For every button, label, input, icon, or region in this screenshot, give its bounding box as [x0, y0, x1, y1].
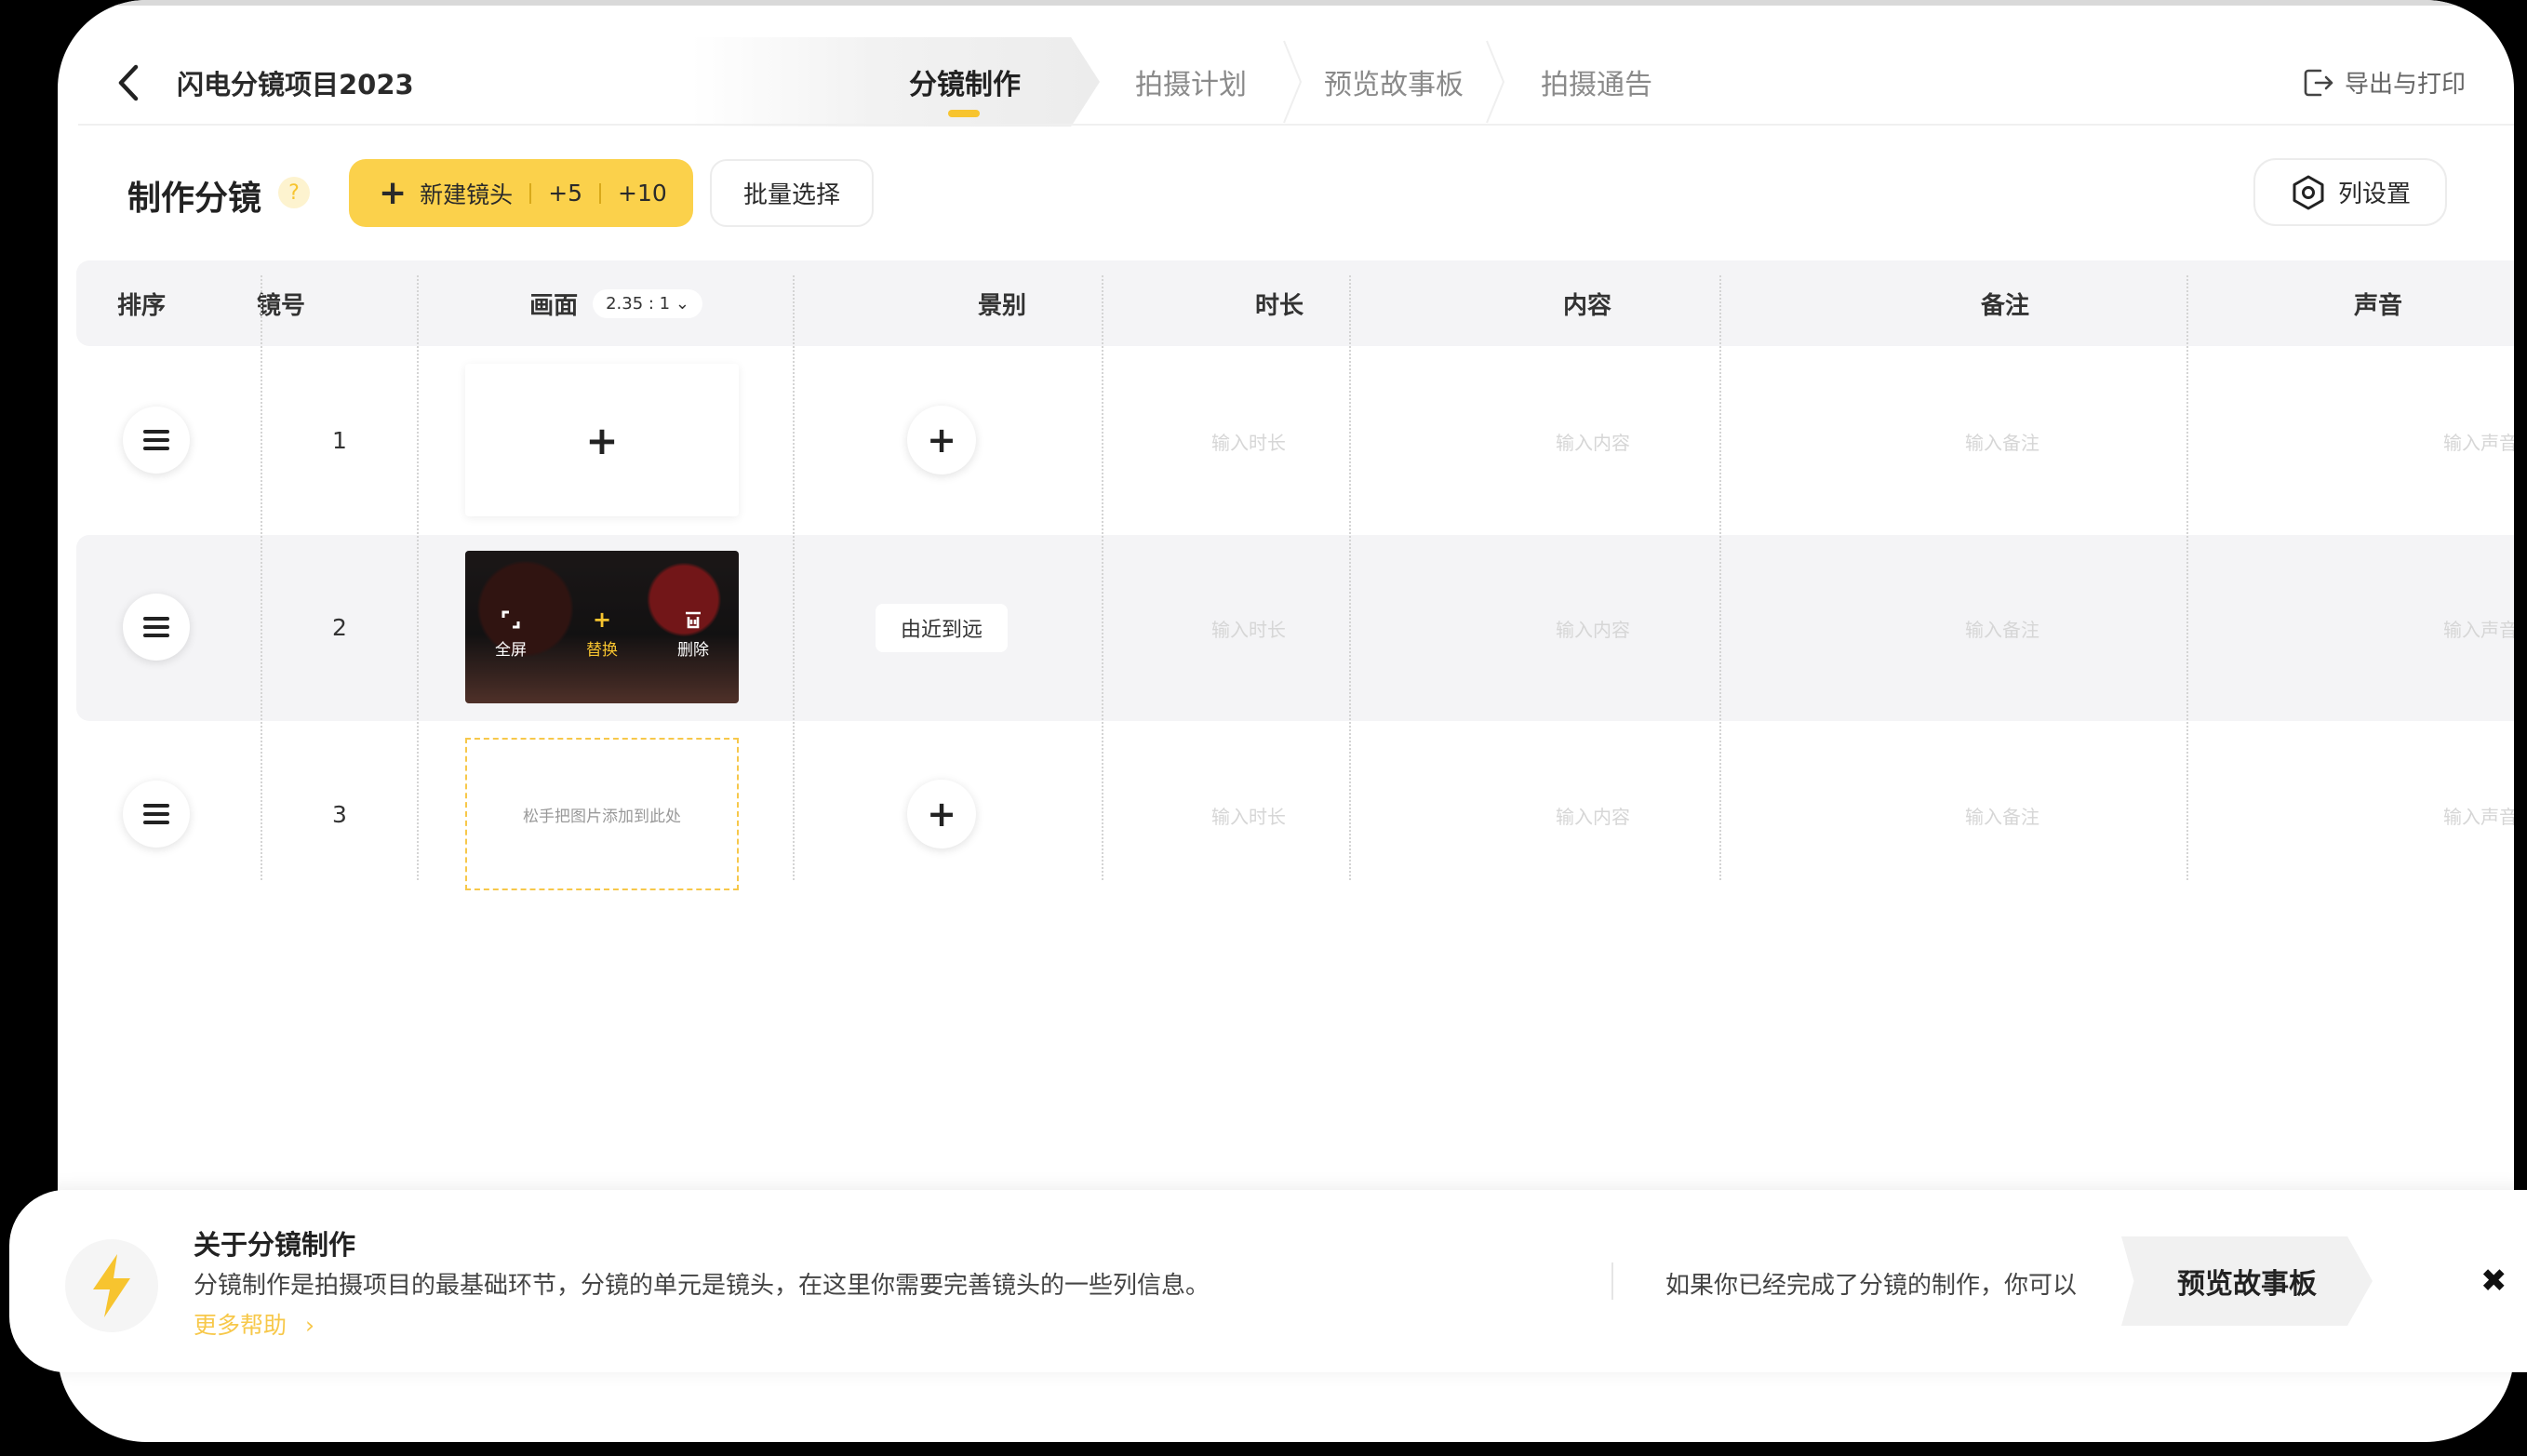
tab-storyboard-making[interactable]: 分镜制作 — [690, 37, 1100, 127]
tab-label: 分镜制作 — [909, 69, 1021, 101]
fullscreen-icon — [501, 610, 520, 629]
col-order: 排序 — [116, 291, 166, 320]
column-divider — [417, 275, 419, 880]
shot-image: 全屏 + 替换 删除 — [465, 551, 739, 703]
col-content: 内容 — [1562, 291, 1611, 320]
tab-separator-chevron — [1283, 40, 1303, 124]
delete-button[interactable]: 删除 — [648, 608, 739, 660]
add-image-button[interactable]: + — [465, 364, 739, 516]
close-icon[interactable]: ✖ — [2480, 1262, 2507, 1300]
aspect-ratio-value: 2.35 : 1 — [606, 293, 671, 314]
more-help-link[interactable]: 更多帮助 › — [194, 1307, 314, 1341]
question-icon[interactable]: ? — [278, 177, 310, 208]
window-top-border — [58, 0, 2514, 6]
batch-select-button[interactable]: 批量选择 — [710, 159, 874, 227]
add-10-shots-button[interactable]: +10 — [618, 180, 667, 207]
guide-banner: 关于分镜制作 分镜制作是拍摄项目的最基础环节，分镜的单元是镜头，在这里你需要完善… — [9, 1190, 2527, 1372]
add-shot-size-button[interactable]: + — [907, 780, 976, 848]
column-divider — [793, 275, 795, 880]
notes-input[interactable]: 输入备注 — [1909, 802, 2095, 829]
guide-divider — [1611, 1262, 1613, 1300]
sound-input[interactable]: 输入声音 — [2387, 615, 2514, 642]
duration-input[interactable]: 输入时长 — [1156, 615, 1342, 642]
tab-label: 拍摄计划 — [1135, 69, 1247, 101]
back-chevron-icon[interactable] — [112, 61, 149, 104]
shot-size-tag[interactable]: 由近到远 — [876, 604, 1008, 652]
new-shot-button[interactable]: 新建镜头 — [420, 177, 513, 210]
shot-number: 1 — [332, 427, 347, 454]
shot-number: 3 — [332, 801, 347, 828]
replace-button[interactable]: + 替换 — [556, 608, 648, 660]
table-header: 排序 镜号 画面 2.35 : 1 ⌄ 景别 时长 内容 备注 声音 — [76, 260, 2514, 346]
drag-handle-icon[interactable] — [123, 407, 190, 474]
new-shot-button-group: + 新建镜头 +5 +10 — [349, 159, 693, 227]
guide-description: 分镜制作是拍摄项目的最基础环节，分镜的单元是镜头，在这里你需要完善镜头的一些列信… — [194, 1272, 1210, 1300]
add-5-shots-button[interactable]: +5 — [548, 180, 582, 207]
column-divider — [1719, 275, 1721, 880]
col-shot-size: 景别 — [977, 291, 1026, 320]
column-settings-label: 列设置 — [2337, 180, 2411, 208]
image-drop-zone[interactable]: 松手把图片添加到此处 — [465, 738, 739, 890]
tab-label: 预览故事板 — [1324, 69, 1464, 101]
export-print-button[interactable]: 导出与打印 — [2302, 65, 2466, 100]
plus-icon: + — [592, 607, 612, 633]
export-icon — [2304, 69, 2333, 96]
fullscreen-label: 全屏 — [495, 641, 527, 660]
tab-shooting-notice[interactable]: 拍摄通告 — [1505, 37, 1688, 127]
notes-input[interactable]: 输入备注 — [1909, 615, 2095, 642]
page-title: 制作分镜 — [127, 180, 262, 218]
replace-label: 替换 — [586, 641, 618, 660]
duration-input[interactable]: 输入时长 — [1156, 428, 1342, 455]
header-divider — [78, 124, 2514, 126]
chevron-right-icon: › — [304, 1312, 314, 1339]
tab-label: 拍摄通告 — [1541, 69, 1652, 101]
column-divider — [2186, 275, 2188, 880]
settings-hex-icon — [2293, 175, 2324, 209]
preview-storyboard-button[interactable]: 预览故事板 — [2121, 1236, 2373, 1326]
drag-handle-icon[interactable] — [123, 781, 190, 848]
divider — [529, 182, 532, 204]
tab-shooting-plan[interactable]: 拍摄计划 — [1100, 37, 1282, 127]
sound-input[interactable]: 输入声音 — [2387, 802, 2514, 829]
export-label: 导出与打印 — [2344, 71, 2466, 99]
project-title: 闪电分镜项目2023 — [177, 69, 414, 100]
fullscreen-button[interactable]: 全屏 — [465, 608, 556, 660]
col-frame: 画面 2.35 : 1 ⌄ — [467, 260, 765, 346]
plus-icon: + — [379, 173, 408, 212]
content-input[interactable]: 输入内容 — [1500, 802, 1686, 829]
more-help-label: 更多帮助 — [194, 1312, 287, 1339]
content-input[interactable]: 输入内容 — [1500, 615, 1686, 642]
column-divider — [261, 275, 262, 880]
content-input[interactable]: 输入内容 — [1500, 428, 1686, 455]
guide-title: 关于分镜制作 — [194, 1229, 356, 1261]
column-settings-button[interactable]: 列设置 — [2253, 158, 2447, 226]
duration-input[interactable]: 输入时长 — [1156, 802, 1342, 829]
delete-icon — [686, 611, 701, 629]
notes-input[interactable]: 输入备注 — [1909, 428, 2095, 455]
sound-input[interactable]: 输入声音 — [2387, 428, 2514, 455]
lightning-bolt-icon — [65, 1239, 158, 1332]
divider — [599, 182, 602, 204]
col-sound: 声音 — [2353, 291, 2402, 320]
column-divider — [1349, 275, 1351, 880]
add-shot-size-button[interactable]: + — [907, 406, 976, 474]
guide-hint: 如果你已经完成了分镜的制作，你可以 — [1665, 1272, 2078, 1300]
tab-separator-chevron — [1486, 40, 1505, 124]
tab-preview-storyboard[interactable]: 预览故事板 — [1303, 37, 1485, 127]
col-frame-label: 画面 — [529, 291, 579, 320]
step-tabs: 分镜制作 拍摄计划 预览故事板 拍摄通告 — [690, 37, 1688, 127]
column-divider — [1102, 275, 1103, 880]
active-tab-indicator — [948, 110, 980, 117]
col-shot-number: 镜号 — [256, 291, 305, 320]
col-duration: 时长 — [1254, 291, 1304, 320]
aspect-ratio-select[interactable]: 2.35 : 1 ⌄ — [593, 288, 702, 318]
shot-number: 2 — [332, 614, 347, 641]
drag-handle-icon[interactable] — [123, 594, 190, 661]
delete-label: 删除 — [677, 641, 709, 660]
col-notes: 备注 — [1980, 291, 2029, 320]
